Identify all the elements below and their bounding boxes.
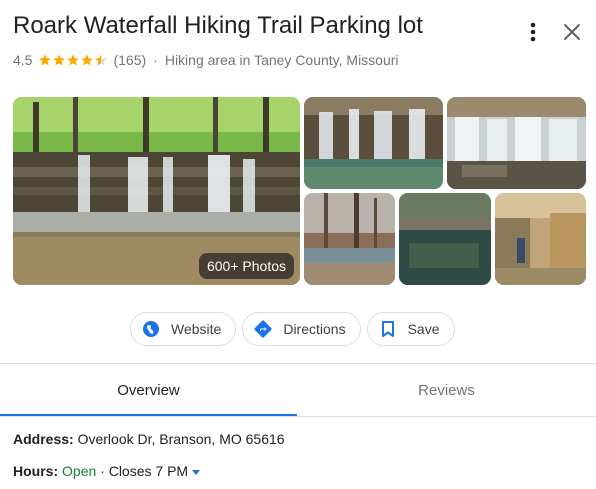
address-label: Address:	[13, 431, 74, 447]
star-icon	[81, 54, 94, 66]
hours-status: Open	[62, 463, 97, 479]
bookmark-icon	[381, 321, 394, 337]
place-category: Hiking area in Taney County, Missouri	[164, 52, 399, 68]
rock-overhang-photo	[495, 193, 586, 285]
review-count-link[interactable]: (165)	[113, 52, 146, 68]
photo-count-badge[interactable]: 600+ Photos	[198, 253, 294, 279]
place-title: Roark Waterfall Hiking Trail Parking lot	[13, 12, 423, 39]
action-buttons: Website Directions Save	[130, 312, 455, 346]
photo-thumbnail[interactable]	[304, 193, 395, 285]
place-meta: 4.5 (165) · Hiking area in Taney County,…	[13, 52, 399, 68]
address-row[interactable]: Address: Overlook Dr, Branson, MO 65616	[13, 431, 285, 447]
directions-icon	[254, 320, 272, 338]
hours-label: Hours:	[13, 463, 59, 479]
more-vert-icon	[530, 22, 536, 42]
hours-row[interactable]: Hours: Open · Closes 7 PM	[13, 463, 201, 479]
photo-thumbnail[interactable]	[399, 193, 491, 285]
save-label: Save	[407, 321, 440, 337]
half-star-icon	[95, 54, 108, 66]
star-icon	[39, 54, 52, 66]
close-button[interactable]	[561, 21, 583, 43]
directions-label: Directions	[283, 321, 346, 337]
star-icon	[67, 54, 80, 66]
rating-value: 4.5	[13, 52, 33, 68]
meta-separator: ·	[153, 52, 158, 68]
tab-reviews[interactable]: Reviews	[298, 364, 595, 416]
address-value: Overlook Dr, Branson, MO 65616	[77, 431, 285, 447]
star-icon	[53, 54, 66, 66]
photo-thumbnail[interactable]	[495, 193, 586, 285]
waterfall-photo	[304, 97, 443, 189]
globe-icon	[143, 321, 159, 337]
tab-overview[interactable]: Overview	[0, 364, 297, 416]
photo-thumbnail[interactable]	[447, 97, 586, 189]
save-button[interactable]: Save	[366, 312, 455, 346]
tabs-divider	[0, 416, 596, 417]
website-label: Website	[171, 321, 222, 337]
creek-photo	[304, 193, 395, 285]
chevron-down-icon[interactable]	[192, 469, 201, 475]
photo-thumbnail[interactable]	[304, 97, 443, 189]
hours-detail: · Closes 7 PM	[96, 463, 189, 479]
pool-photo	[399, 193, 491, 285]
website-button[interactable]: Website	[130, 312, 237, 346]
rating-stars	[38, 53, 108, 67]
directions-button[interactable]: Directions	[242, 312, 361, 346]
more-options-button[interactable]	[523, 18, 543, 46]
close-icon	[564, 24, 580, 40]
waterfall-photo	[447, 97, 586, 189]
main-photo[interactable]: 600+ Photos	[13, 97, 300, 285]
